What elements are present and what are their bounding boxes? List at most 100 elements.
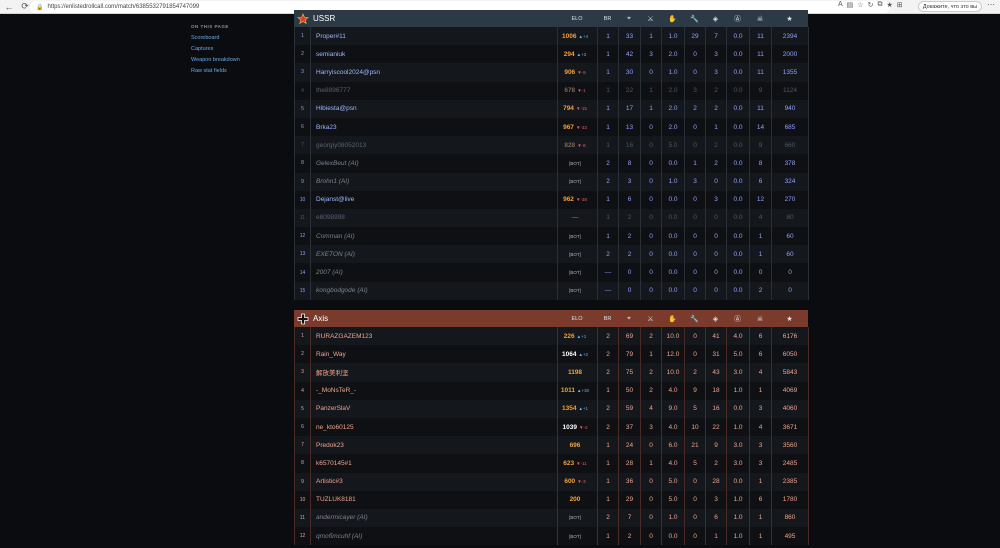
crosshair-icon[interactable]: ⌖: [618, 310, 640, 327]
favorite-icon[interactable]: ☆: [857, 1, 863, 9]
melee-icon[interactable]: ⚔: [640, 10, 661, 27]
player-name[interactable]: semianiuk: [310, 45, 558, 64]
player-name[interactable]: PanzerSlaV: [310, 399, 558, 418]
player-name[interactable]: the8896777: [310, 81, 558, 100]
favorites-icon[interactable]: ★: [886, 1, 892, 9]
stat-cell: 4: [749, 363, 772, 382]
collections-icon[interactable]: ⊞: [897, 1, 903, 9]
player-name[interactable]: EXETON (AI): [310, 245, 558, 264]
back-icon[interactable]: ←: [2, 0, 16, 14]
table-row[interactable]: 6 Brka23 967 ▼-33 1 13 0 2.0 0 1 0.0 14 685: [294, 117, 809, 137]
star-icon[interactable]: ★: [771, 310, 808, 327]
assist-icon[interactable]: Ⓐ: [726, 10, 749, 27]
table-row[interactable]: 5 Hibiesta@psn 794 ▼-15 1 17 1 2.0 2 2 0.0 11 940: [294, 99, 809, 118]
skull-icon[interactable]: ☠: [749, 310, 771, 327]
extension-button[interactable]: Докажите, что это вы: [918, 1, 982, 12]
stat-cell: 0: [771, 281, 809, 300]
table-row[interactable]: 11 andermicayer (AI) [BOT] 2 7 0 1.0 0 6 1.0 1 860: [294, 508, 809, 528]
refresh-icon[interactable]: ↻: [868, 1, 874, 9]
table-row[interactable]: 7 Predok23 696 1 24 0 6.0 21 9 3.0 3 3560: [294, 436, 809, 455]
table-row[interactable]: 12 qmoбmcuhf (AI) [BOT] 1 2 0 0.0 0 1 1.0 1 495: [294, 527, 809, 546]
toc-link-scoreboard[interactable]: Scoreboard: [191, 35, 281, 41]
br-column-header[interactable]: BR: [597, 10, 618, 27]
stat-cell: 9: [749, 81, 772, 100]
table-row[interactable]: 12 Comman (AI) [BOT] 1 2 0 0.0 0 0 0.0 1 60: [294, 227, 809, 246]
table-row[interactable]: 4 the8896777 678 ▼-1 1 22 1 2.0 3 2 0.0 9 1124: [294, 81, 809, 100]
melee-icon[interactable]: ⚔: [640, 310, 661, 327]
split-icon[interactable]: ⧉: [877, 1, 882, 9]
elo-column-header[interactable]: ELO: [557, 310, 597, 327]
player-name[interactable]: k6570145#1: [310, 454, 558, 473]
shield-icon[interactable]: ◈: [705, 310, 726, 327]
wrench-icon[interactable]: 🔧: [684, 10, 705, 27]
table-row[interactable]: 1 RURAZGAZEM123 226 ▲+1 2 69 2 10.0 0 41 4.0 6 6176: [294, 327, 809, 346]
player-name[interactable]: TUZLUK8181: [310, 490, 558, 509]
crosshair-icon[interactable]: ⌖: [618, 10, 640, 27]
elo-cell: [BOT]: [557, 527, 598, 546]
wrench-icon[interactable]: 🔧: [684, 310, 705, 327]
table-row[interactable]: 8 GelexBeut (AI) [BOT] 2 8 0 0.0 1 2 0.0 8 378: [294, 154, 809, 173]
table-row[interactable]: 9 Artistic#3 600 ▼-3 1 36 0 5.0 0 28 0.0 1 2385: [294, 472, 809, 491]
player-name[interactable]: Dejanst@live: [310, 190, 558, 209]
table-row[interactable]: 8 k6570145#1 623 ▼-11 1 28 1 4.0 5 2 3.0 3 2485: [294, 454, 809, 473]
player-name[interactable]: andermicayer (AI): [310, 508, 558, 528]
toc-link-raw-stat-fields[interactable]: Raw stat fields: [191, 68, 281, 74]
shield-icon[interactable]: ◈: [705, 10, 726, 27]
stat-cell: 1: [640, 99, 662, 118]
player-name[interactable]: -_MoNsTeR_-: [310, 381, 558, 400]
table-row[interactable]: 1 Proper#11 1006 ▲+4 1 33 1 1.0 29 7 0.0 11 2394: [294, 27, 809, 46]
table-row[interactable]: 11 e8098998—1 2 0 0.0 0 0 0.0 4 80: [294, 208, 809, 228]
menu-icon[interactable]: ⋯: [987, 0, 995, 9]
player-name[interactable]: 解放美利坚: [310, 363, 558, 382]
table-row[interactable]: 9 Brohn1 (AI) [BOT] 2 3 0 1.0 3 0 0.0 6 324: [294, 172, 809, 191]
row-index: 12: [294, 527, 311, 546]
table-row[interactable]: 3 Harryiscool2024@psn 906 ▼-9 1 30 0 1.0 0 3 0.0 11…: [294, 63, 809, 82]
toc-link-weapon-breakdown[interactable]: Weapon breakdown: [191, 57, 281, 63]
player-name[interactable]: Harryiscool2024@psn: [310, 63, 558, 82]
table-row[interactable]: 10 Dejanst@live 962 ▼-38 1 6 0 0.0 0 3 0.0 12 270: [294, 190, 809, 209]
player-name[interactable]: Artistic#3: [310, 472, 558, 491]
table-row[interactable]: 13 EXETON (AI) [BOT] 2 2 0 0.0 0 0 0.0 1 60: [294, 245, 809, 264]
player-name[interactable]: Rain_Way: [310, 345, 558, 364]
player-name[interactable]: kongbodgode (AI): [310, 281, 558, 300]
elo-column-header[interactable]: ELO: [557, 10, 597, 27]
elo-delta: ▼-8: [577, 142, 586, 148]
table-row[interactable]: 4 -_MoNsTeR_- 1011 ▲+30 1 50 2 4.0 9 18 1.0 1 4069: [294, 381, 809, 400]
stat-cell: 940: [771, 99, 809, 118]
player-name[interactable]: Hibiesta@psn: [310, 99, 558, 118]
table-row[interactable]: 6 ne_kto60125 1039 ▼-2 2 37 3 4.0 10 22 1.0 4 3671: [294, 417, 809, 437]
table-row[interactable]: 7 georgiy08052013 828 ▼-8 1 16 0 5.0 0 2 0.0 9 660: [294, 136, 809, 155]
player-name[interactable]: Comman (AI): [310, 227, 558, 246]
table-row[interactable]: 3 解放美利坚 1198 2 75 2 10.0 2 43 3.0 4 5843: [294, 363, 809, 382]
reader-icon[interactable]: ▤: [847, 1, 854, 9]
star-icon[interactable]: ★: [771, 10, 808, 27]
stat-cell: 0.0: [726, 245, 750, 264]
player-name[interactable]: ne_kto60125: [310, 417, 558, 437]
player-name[interactable]: e8098998: [310, 208, 558, 228]
table-row[interactable]: 10 TUZLUK8181 200 1 29 0 5.0 0 3 1.0 6 1780: [294, 490, 809, 509]
hand-icon[interactable]: ✋: [661, 310, 684, 327]
player-name[interactable]: RURAZGAZEM123: [310, 327, 558, 346]
read-aloud-icon[interactable]: A: [838, 1, 843, 9]
bot-tag: [BOT]: [569, 515, 581, 521]
table-row[interactable]: 14 2007 (AI) [BOT] —0 0 0.0 0 0 0.0 0 0: [294, 263, 809, 282]
player-name[interactable]: Proper#11: [310, 27, 558, 46]
elo-delta: ▼-3: [577, 479, 586, 485]
stat-cell: 0: [684, 190, 706, 209]
player-name[interactable]: 2007 (AI): [310, 263, 558, 282]
toc-link-captures[interactable]: Captures: [191, 46, 281, 52]
player-name[interactable]: GelexBeut (AI): [310, 154, 558, 173]
player-name[interactable]: Brka23: [310, 117, 558, 137]
skull-icon[interactable]: ☠: [749, 10, 771, 27]
hand-icon[interactable]: ✋: [661, 10, 684, 27]
player-name[interactable]: Predok23: [310, 436, 558, 455]
player-name[interactable]: qmoбmcuhf (AI): [310, 527, 558, 546]
player-name[interactable]: georgiy08052013: [310, 136, 558, 155]
table-row[interactable]: 15 kongbodgode (AI) [BOT] —0 0 0.0 0 0 0.0 2 0: [294, 281, 809, 300]
player-name[interactable]: Brohn1 (AI): [310, 172, 558, 191]
table-row[interactable]: 2 semianiuk 294 ▲+3 1 42 3 2.0 0 3 0.0 11 2000: [294, 45, 809, 64]
table-row[interactable]: 5 PanzerSlaV 1354 ▲+1 2 59 4 9.0 5 16 0.0 3 4060: [294, 399, 809, 418]
table-row[interactable]: 2 Rain_Way 1064 ▲+2 2 79 1 12.0 0 31 5.0 6 6050: [294, 345, 809, 364]
br-column-header[interactable]: BR: [597, 310, 618, 327]
assist-icon[interactable]: Ⓐ: [726, 310, 749, 327]
